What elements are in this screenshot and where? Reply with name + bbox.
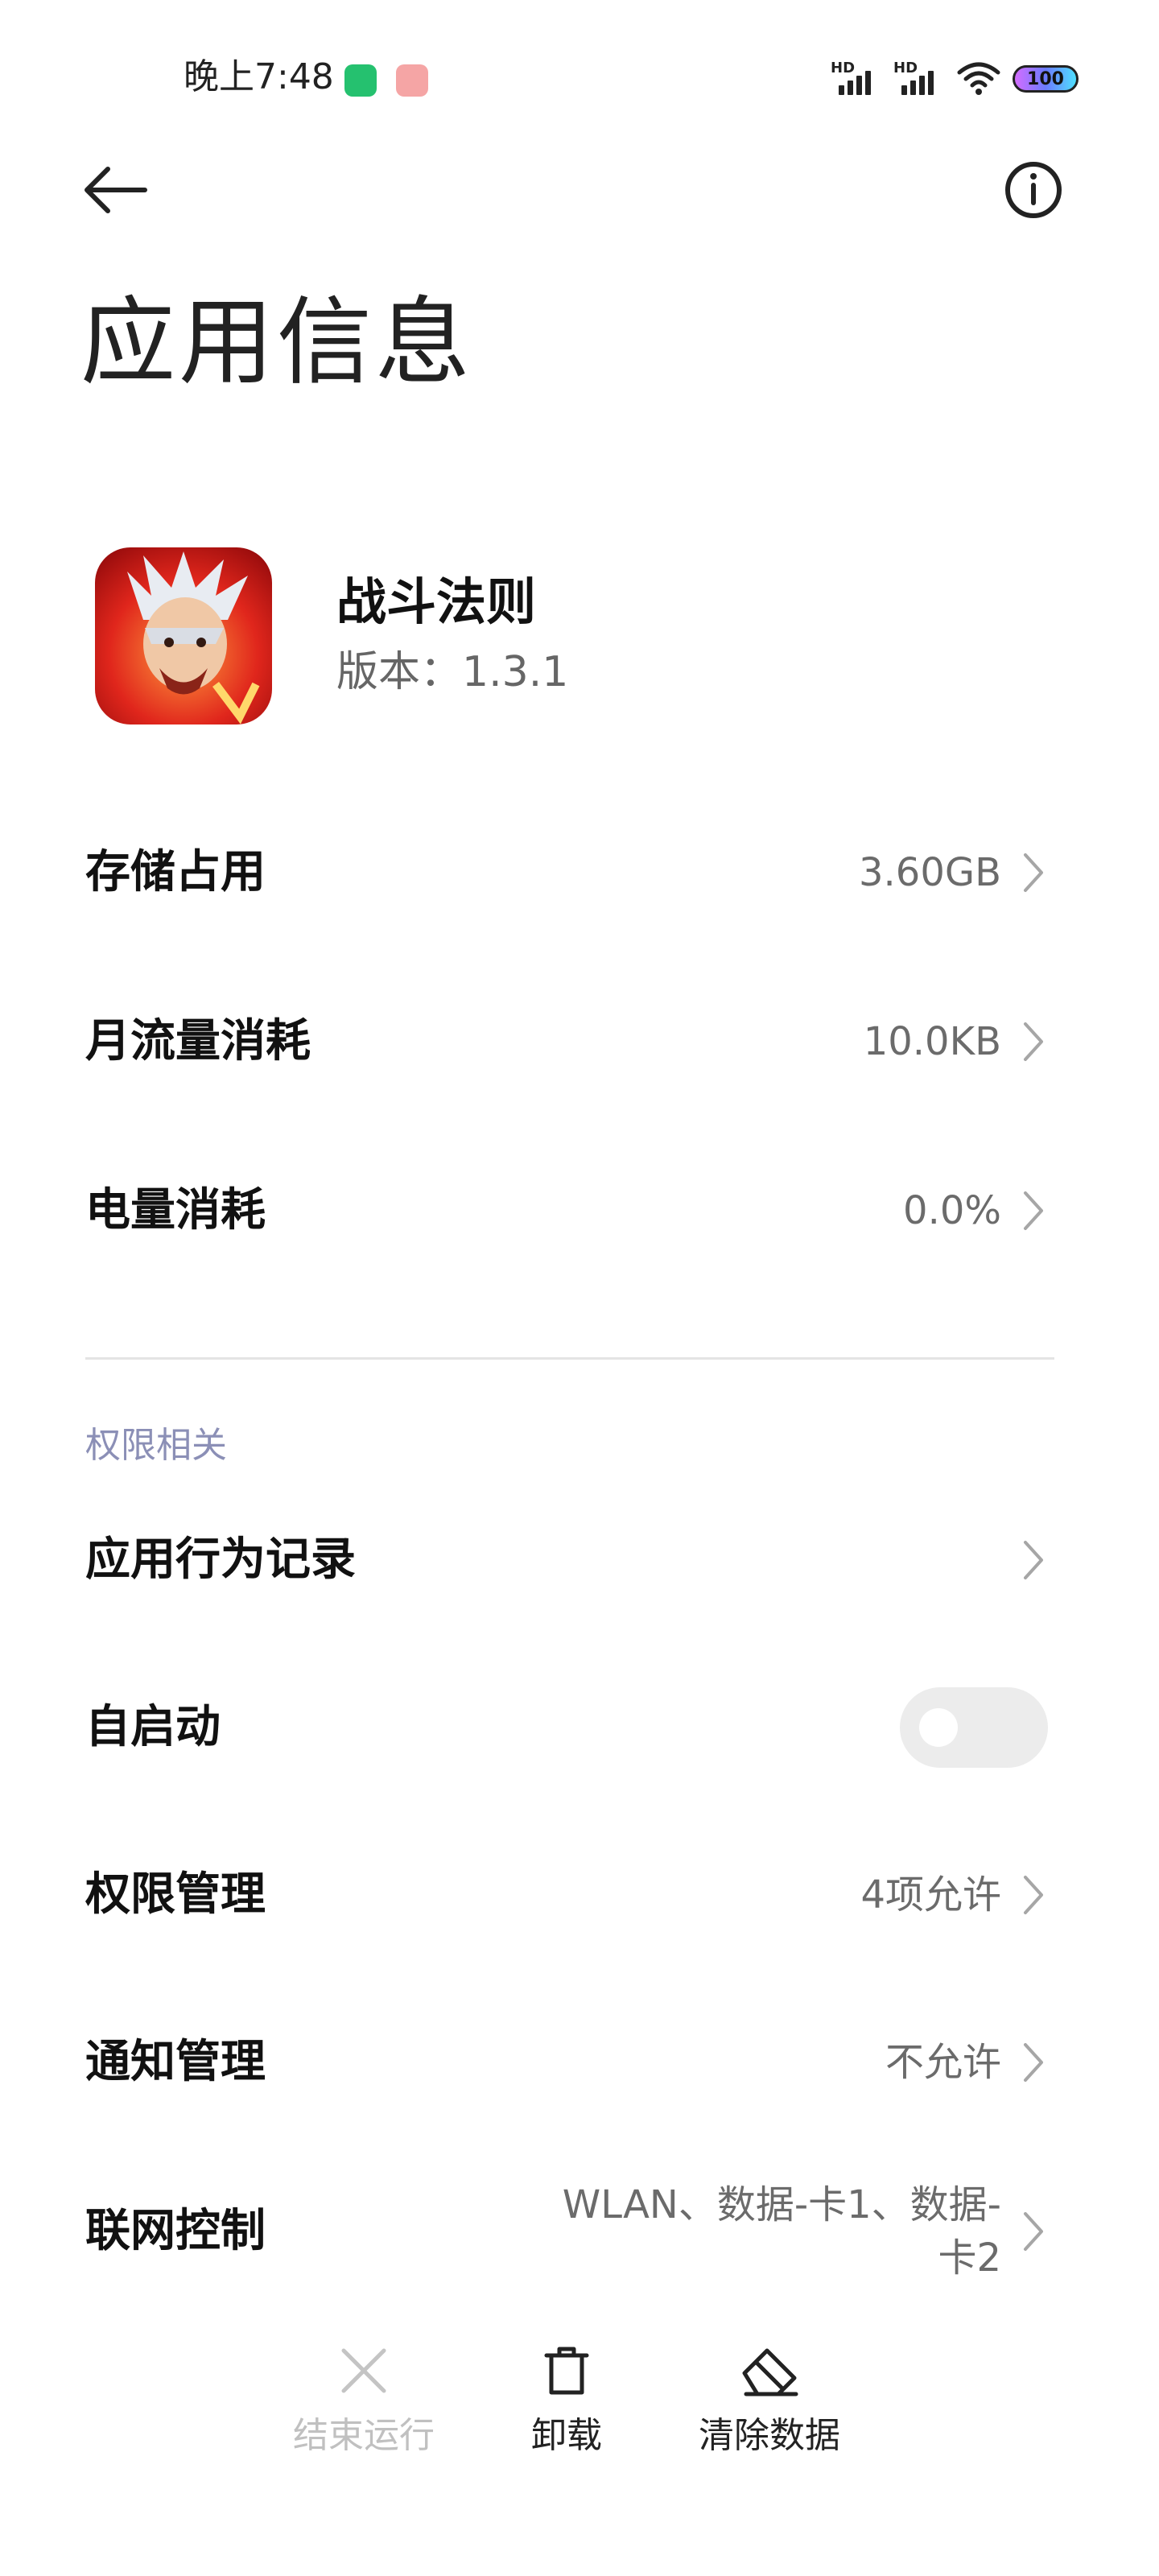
status-indicators: HD HD 100	[831, 60, 1079, 98]
bottom-action-bar: 结束运行 卸载 清除数据	[0, 2318, 1159, 2520]
chevron-right-icon	[1024, 1022, 1043, 1061]
section-divider	[85, 1357, 1054, 1360]
clear-data-button[interactable]: 清除数据	[673, 2343, 866, 2504]
close-icon	[341, 2348, 386, 2393]
battery-usage-row[interactable]: 电量消耗 0.0%	[0, 1130, 1159, 1291]
data-usage-value: 10.0KB	[863, 1019, 1001, 1064]
behavior-log-label: 应用行为记录	[85, 1534, 356, 1586]
storage-value: 3.60GB	[859, 850, 1001, 895]
stop-running-button[interactable]: 结束运行	[267, 2343, 460, 2504]
autostart-row[interactable]: 自启动	[0, 1647, 1159, 1808]
wechat-icon	[344, 64, 377, 97]
signal-sim2-icon: HD	[893, 61, 945, 97]
notification-management-row[interactable]: 通知管理 不允许	[0, 1982, 1159, 2143]
notification-management-label: 通知管理	[85, 2036, 266, 2088]
permission-management-label: 权限管理	[85, 1868, 266, 1921]
video-call-icon	[396, 64, 428, 97]
signal-sim1-icon: HD	[831, 61, 882, 97]
storage-label: 存储占用	[85, 846, 266, 898]
permissions-section-header: 权限相关	[85, 1425, 227, 1466]
back-button[interactable]	[77, 153, 151, 227]
chevron-right-icon	[1024, 2043, 1043, 2082]
uninstall-button[interactable]: 卸载	[470, 2343, 663, 2504]
battery-level: 100	[1027, 68, 1064, 89]
info-icon	[1005, 162, 1062, 218]
stop-running-label: 结束运行	[293, 2415, 435, 2456]
data-usage-row[interactable]: 月流量消耗 10.0KB	[0, 961, 1159, 1122]
permission-management-row[interactable]: 权限管理 4项允许	[0, 1814, 1159, 1975]
back-arrow-icon	[85, 167, 147, 213]
toggle-knob	[919, 1708, 958, 1747]
app-version: 版本：1.3.1	[336, 648, 569, 696]
network-control-value: WLAN、数据-卡1、数据-卡2	[562, 2182, 1001, 2281]
trash-icon	[544, 2347, 589, 2395]
chevron-right-icon	[1024, 1541, 1043, 1579]
wifi-icon	[957, 62, 1000, 95]
notification-management-value: 不允许	[885, 2040, 1001, 2085]
behavior-log-row[interactable]: 应用行为记录	[0, 1480, 1159, 1641]
app-name: 战斗法则	[336, 572, 537, 631]
network-control-label: 联网控制	[85, 2205, 266, 2257]
chevron-right-icon	[1024, 853, 1043, 892]
storage-row[interactable]: 存储占用 3.60GB	[0, 792, 1159, 953]
clear-data-label: 清除数据	[699, 2415, 840, 2456]
app-icon	[95, 547, 272, 724]
page-title: 应用信息	[80, 287, 474, 398]
battery-usage-value: 0.0%	[903, 1188, 1001, 1233]
status-time: 晚上7:48	[184, 56, 334, 97]
eraser-icon	[742, 2348, 798, 2396]
chevron-right-icon	[1024, 1876, 1043, 1914]
info-button[interactable]	[996, 153, 1070, 227]
permission-management-value: 4项允许	[860, 1872, 1001, 1918]
chevron-right-icon	[1024, 2212, 1043, 2251]
battery-usage-label: 电量消耗	[85, 1184, 266, 1236]
chevron-right-icon	[1024, 1191, 1043, 1230]
autostart-toggle[interactable]	[900, 1687, 1048, 1768]
uninstall-label: 卸载	[531, 2415, 602, 2456]
status-bar: 晚上7:48 HD HD 100	[0, 0, 1159, 129]
data-usage-label: 月流量消耗	[85, 1015, 311, 1067]
autostart-label: 自启动	[85, 1701, 221, 1753]
battery-icon: 100	[1013, 65, 1079, 93]
network-control-row[interactable]: 联网控制 WLAN、数据-卡1、数据-卡2	[0, 2151, 1159, 2312]
